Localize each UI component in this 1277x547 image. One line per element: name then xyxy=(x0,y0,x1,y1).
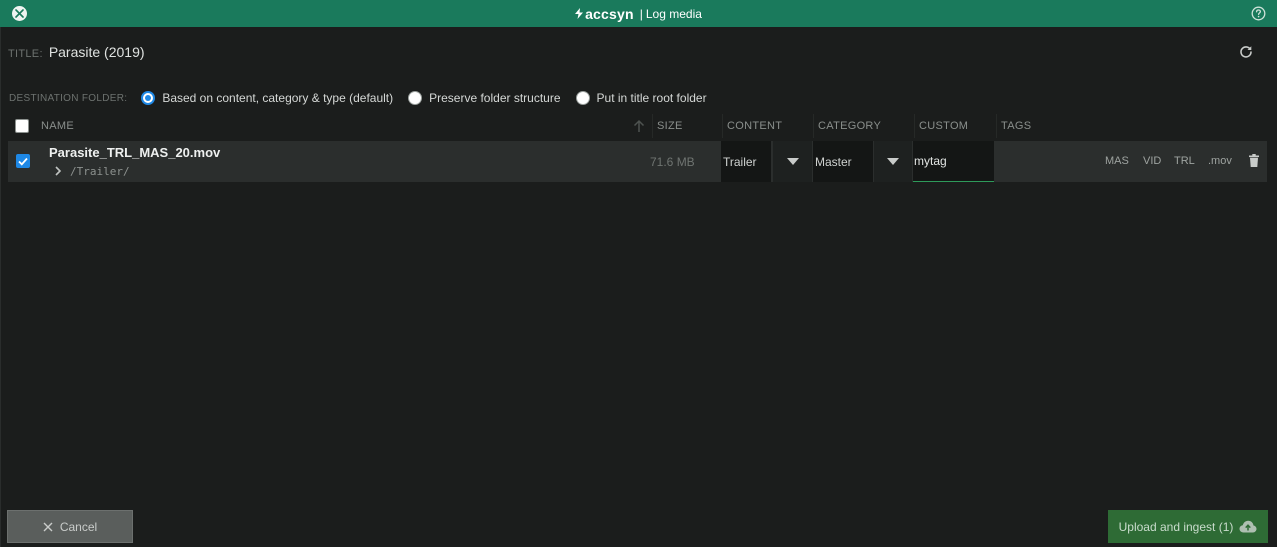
content-dropdown-button[interactable] xyxy=(773,141,812,182)
refresh-button[interactable] xyxy=(1239,45,1253,59)
brand-separator: | xyxy=(639,6,643,21)
destination-folder: DESTINATION FOLDER: Based on content, ca… xyxy=(9,90,722,106)
destination-label: DESTINATION FOLDER: xyxy=(9,92,128,104)
sort-up-icon xyxy=(633,119,645,132)
caret-down-icon xyxy=(786,158,799,165)
radio-option-default[interactable]: Based on content, category & type (defau… xyxy=(141,91,393,105)
chevron-right-icon[interactable] xyxy=(53,165,63,177)
brand-logo: accsyn xyxy=(575,6,634,22)
file-name: Parasite_TRL_MAS_20.mov xyxy=(49,145,221,160)
tag-badge: .mov xyxy=(1208,155,1232,167)
title-value: Parasite (2019) xyxy=(48,44,145,60)
radio-option-root[interactable]: Put in title root folder xyxy=(575,91,707,105)
category-select[interactable]: Master xyxy=(813,141,873,182)
column-custom[interactable]: CUSTOM xyxy=(914,114,996,138)
file-size: 71.6 MB xyxy=(650,155,695,169)
title-label: TITLE: xyxy=(8,48,43,60)
tag-badge: MAS xyxy=(1105,155,1129,167)
cloud-upload-icon xyxy=(1239,520,1257,533)
category-value: Master xyxy=(815,154,852,169)
upload-ingest-button[interactable]: Upload and ingest (1) xyxy=(1108,510,1268,543)
radio-preserve[interactable] xyxy=(408,91,423,105)
upload-label: Upload and ingest (1) xyxy=(1118,519,1234,534)
table-header: NAME SIZE CONTENT CATEGORY CUSTOM TAGS xyxy=(8,114,1267,138)
table-row[interactable]: Parasite_TRL_MAS_20.mov /Trailer/ 71.6 M… xyxy=(8,141,1267,182)
close-button[interactable] xyxy=(12,6,27,21)
caret-down-icon xyxy=(887,158,899,165)
window-titlebar: accsyn | Log media xyxy=(0,0,1277,27)
content-select[interactable]: Trailer xyxy=(721,141,771,182)
radio-option-preserve[interactable]: Preserve folder structure xyxy=(408,91,561,105)
custom-tag-input[interactable] xyxy=(913,141,994,182)
column-label: NAME xyxy=(41,120,74,132)
row-checkbox[interactable] xyxy=(16,154,30,168)
column-category[interactable]: CATEGORY xyxy=(813,114,914,138)
help-button[interactable] xyxy=(1251,6,1266,21)
radio-label: Put in title root folder xyxy=(596,91,707,105)
category-dropdown-button[interactable] xyxy=(874,141,912,182)
column-label: CATEGORY xyxy=(818,120,882,132)
select-all-checkbox[interactable] xyxy=(15,119,29,133)
column-content[interactable]: CONTENT xyxy=(722,114,813,138)
column-label: SIZE xyxy=(657,120,683,132)
help-icon xyxy=(1251,6,1266,21)
close-icon xyxy=(43,522,53,531)
tag-badge: VID xyxy=(1143,155,1162,167)
tag-badge: TRL xyxy=(1174,155,1195,167)
file-path: /Trailer/ xyxy=(70,165,130,178)
bolt-icon xyxy=(575,8,584,19)
radio-default[interactable] xyxy=(141,91,156,105)
cancel-button[interactable]: Cancel xyxy=(7,510,133,543)
left-border xyxy=(0,27,1,547)
cancel-label: Cancel xyxy=(59,519,98,534)
brand-name: accsyn xyxy=(585,5,634,22)
radio-label: Preserve folder structure xyxy=(429,91,561,105)
content-value: Trailer xyxy=(723,154,757,169)
radio-root[interactable] xyxy=(575,91,590,105)
window-title: Log media xyxy=(645,6,702,21)
column-label: CONTENT xyxy=(727,120,783,132)
column-label: TAGS xyxy=(1001,120,1032,132)
column-name[interactable]: NAME xyxy=(37,114,653,138)
refresh-icon xyxy=(1240,46,1252,58)
column-size[interactable]: SIZE xyxy=(652,114,722,138)
column-tags[interactable]: TAGS xyxy=(996,114,1267,138)
trash-icon[interactable] xyxy=(1249,154,1259,167)
column-label: CUSTOM xyxy=(919,120,969,132)
title-row: TITLE: Parasite (2019) xyxy=(8,44,145,62)
radio-label: Based on content, category & type (defau… xyxy=(162,91,394,105)
brand: accsyn | Log media xyxy=(575,6,702,22)
checkmark-icon xyxy=(18,157,28,166)
close-icon xyxy=(15,9,24,18)
